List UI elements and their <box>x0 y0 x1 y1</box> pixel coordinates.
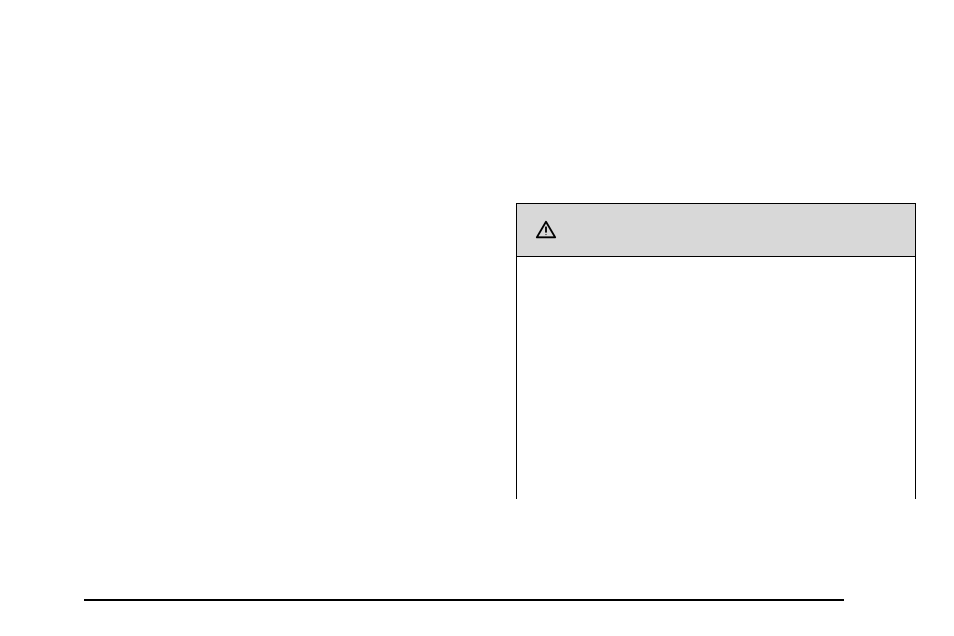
callout-body <box>517 257 915 499</box>
document-page <box>0 0 954 636</box>
callout-header <box>517 204 915 257</box>
horizontal-rule <box>84 599 844 601</box>
callout-box <box>516 203 916 499</box>
warning-triangle-icon <box>535 219 557 241</box>
